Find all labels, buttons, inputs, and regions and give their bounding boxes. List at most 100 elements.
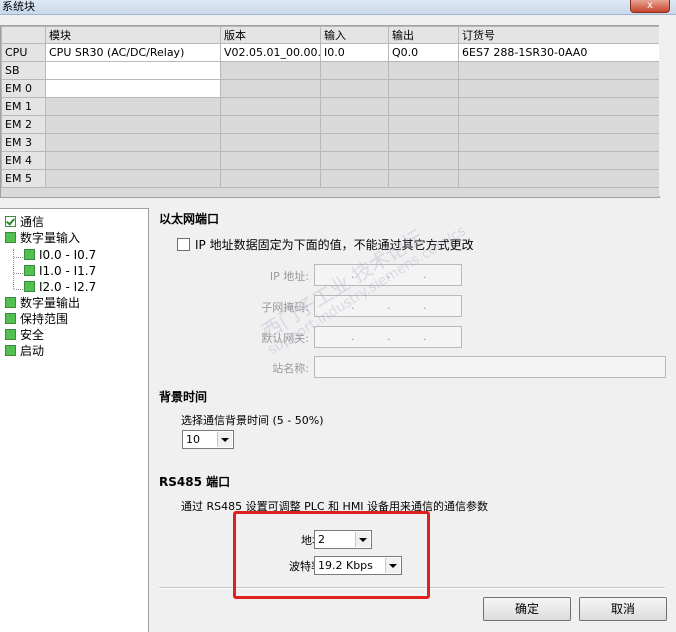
column-header: 模块 — [45, 26, 221, 44]
table-cell[interactable] — [388, 151, 459, 170]
background-time-select[interactable]: 10 — [182, 430, 234, 449]
station-name-field[interactable] — [314, 356, 666, 378]
module-table: 模块 版本 输入 输出 订货号 CPU CPU SR30 (AC/DC/Relay) V02.… — [0, 25, 660, 198]
row-header: EM 0 — [1, 79, 46, 98]
ip-address-field[interactable]: ... — [314, 264, 462, 286]
green-box-icon — [24, 249, 35, 260]
table-row[interactable]: CPU CPU SR30 (AC/DC/Relay) V02.05.01_00.00… — [1, 43, 659, 62]
tree-item-i1[interactable]: I1.0 - I1.7 — [24, 263, 96, 279]
dropdown-arrow-icon — [217, 432, 232, 447]
table-cell[interactable] — [45, 115, 221, 134]
tree-item-digital-output[interactable]: 数字量输出 — [5, 295, 80, 311]
table-cell[interactable] — [220, 61, 321, 80]
table-cell[interactable] — [220, 133, 321, 152]
table-cell[interactable] — [45, 133, 221, 152]
green-box-icon — [5, 345, 16, 356]
table-cell[interactable]: Q0.0 — [388, 43, 459, 62]
subnet-mask-label: 子网掩码: — [261, 301, 309, 314]
settings-tree: 通信 数字量输入 I0.0 - I0.7 I1.0 - I1.7 I2.0 - … — [0, 208, 149, 632]
tree-item-communication[interactable]: 通信 — [5, 214, 44, 230]
tree-item-i0[interactable]: I0.0 - I0.7 — [24, 247, 96, 263]
ok-button[interactable]: 确定 — [483, 597, 571, 621]
column-header — [1, 26, 46, 44]
close-button[interactable]: x — [630, 0, 670, 13]
row-header: EM 4 — [1, 151, 46, 170]
tree-connector — [14, 273, 23, 274]
fixed-ip-checkbox[interactable] — [177, 238, 190, 251]
background-time-title: 背景时间 — [159, 390, 208, 404]
row-header: SB — [1, 61, 46, 80]
green-box-icon — [24, 265, 35, 276]
background-time-label: 选择通信背景时间 (5 - 50%) — [181, 414, 324, 427]
tree-item-startup[interactable]: 启动 — [5, 343, 44, 359]
table-cell[interactable] — [388, 79, 459, 98]
table-row[interactable]: EM 0 — [1, 79, 659, 98]
highlight-box — [233, 511, 430, 599]
tree-item-security[interactable]: 安全 — [5, 327, 44, 343]
table-cell[interactable] — [458, 115, 659, 134]
table-cell[interactable] — [458, 133, 659, 152]
table-cell[interactable] — [458, 61, 659, 80]
tree-connector — [13, 249, 14, 289]
rs485-section-title: RS485 端口 — [159, 475, 231, 489]
table-cell[interactable] — [388, 133, 459, 152]
table-cell[interactable]: 6ES7 288-1SR30-0AA0 — [458, 43, 659, 62]
table-cell[interactable]: CPU SR30 (AC/DC/Relay) — [45, 43, 221, 62]
table-cell[interactable] — [320, 169, 389, 188]
tree-item-i2[interactable]: I2.0 - I2.7 — [24, 279, 96, 295]
table-cell[interactable] — [220, 151, 321, 170]
table-cell[interactable] — [320, 133, 389, 152]
row-header: EM 5 — [1, 169, 46, 188]
green-box-icon — [24, 281, 35, 292]
table-row[interactable]: SB — [1, 61, 659, 80]
title-bar: 系统块 x — [0, 0, 676, 15]
ethernet-section-title: 以太网端口 — [159, 212, 220, 226]
table-cell[interactable] — [458, 151, 659, 170]
tree-item-retentive[interactable]: 保持范围 — [5, 311, 68, 327]
table-row[interactable]: EM 3 — [1, 133, 659, 152]
subnet-mask-field[interactable]: ... — [314, 295, 462, 317]
table-cell[interactable] — [45, 61, 221, 80]
table-cell[interactable] — [458, 97, 659, 116]
row-header: EM 3 — [1, 133, 46, 152]
table-cell[interactable] — [45, 79, 221, 98]
row-header: EM 2 — [1, 115, 46, 134]
table-cell[interactable] — [320, 61, 389, 80]
column-header: 输入 — [320, 26, 389, 44]
table-cell[interactable] — [458, 169, 659, 188]
table-cell[interactable] — [45, 151, 221, 170]
cancel-button[interactable]: 取消 — [579, 597, 667, 621]
tree-connector — [14, 289, 23, 290]
table-cell[interactable] — [388, 97, 459, 116]
table-row[interactable]: EM 5 — [1, 169, 659, 188]
table-cell[interactable] — [388, 115, 459, 134]
table-row[interactable]: EM 4 — [1, 151, 659, 170]
station-name-label: 站名称: — [272, 362, 309, 375]
tree-item-digital-input[interactable]: 数字量输入 — [5, 230, 80, 246]
table-cell[interactable] — [220, 97, 321, 116]
table-cell[interactable] — [320, 115, 389, 134]
table-cell[interactable] — [320, 151, 389, 170]
table-cell[interactable] — [320, 79, 389, 98]
table-cell[interactable] — [388, 169, 459, 188]
gateway-field[interactable]: ... — [314, 326, 462, 348]
row-header: CPU — [1, 43, 46, 62]
green-box-icon — [5, 232, 16, 243]
table-cell[interactable] — [45, 169, 221, 188]
gateway-label: 默认网关: — [261, 332, 309, 345]
table-cell[interactable] — [220, 79, 321, 98]
table-cell[interactable]: I0.0 — [320, 43, 389, 62]
table-row[interactable]: EM 2 — [1, 115, 659, 134]
table-row[interactable]: EM 1 — [1, 97, 659, 116]
table-cell[interactable] — [388, 61, 459, 80]
table-cell[interactable] — [320, 97, 389, 116]
table-cell[interactable] — [220, 169, 321, 188]
tree-connector — [14, 257, 23, 258]
table-cell[interactable] — [458, 79, 659, 98]
row-header: EM 1 — [1, 97, 46, 116]
table-cell[interactable] — [45, 97, 221, 116]
green-box-icon — [5, 313, 16, 324]
window-title: 系统块 — [2, 0, 35, 13]
table-cell[interactable] — [220, 115, 321, 134]
table-cell[interactable]: V02.05.01_00.00... — [220, 43, 321, 62]
